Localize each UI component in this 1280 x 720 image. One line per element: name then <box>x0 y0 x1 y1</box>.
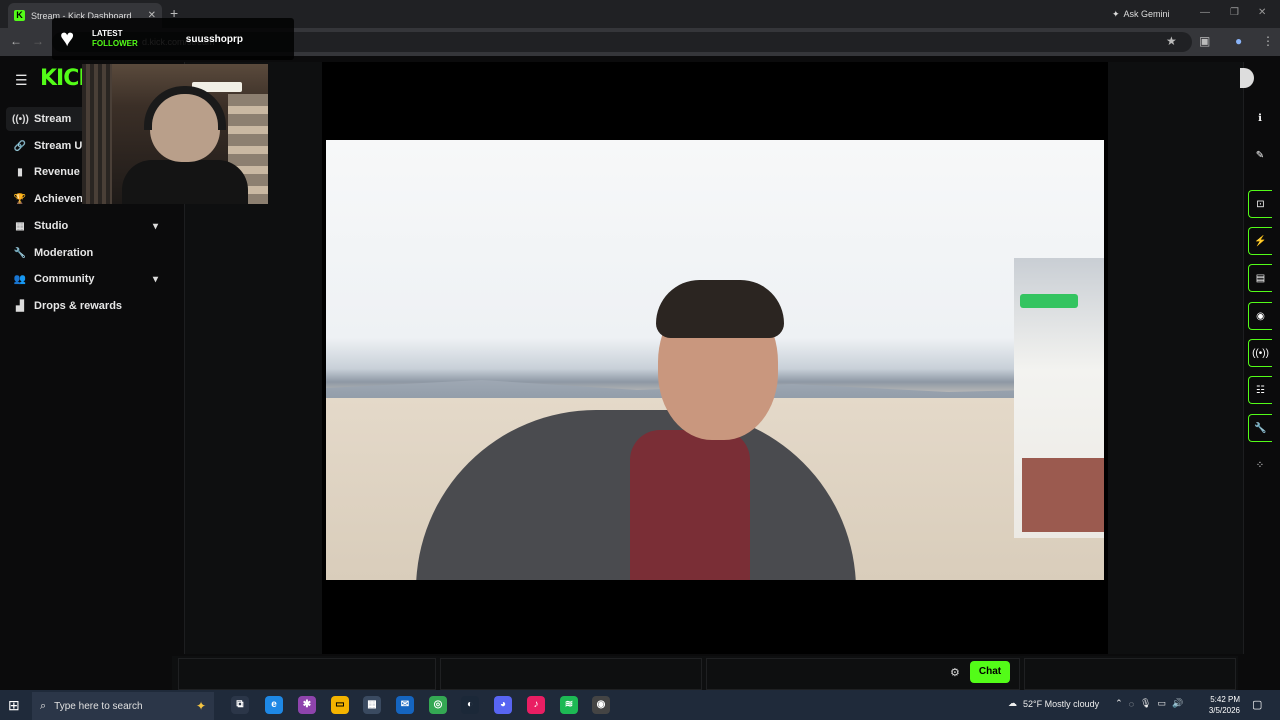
network-icon[interactable]: ▭ <box>1157 698 1166 709</box>
tiktok-icon[interactable]: ♪ <box>527 696 545 714</box>
chevron-up-icon[interactable]: ⌃ <box>1115 698 1123 709</box>
wrench-icon: 🔧 <box>13 247 27 259</box>
chat-bubble-icon[interactable]: ◉ <box>1248 302 1272 330</box>
chrome-icon[interactable]: ◎ <box>429 696 447 714</box>
trophy-icon: 🏆 <box>13 193 27 205</box>
cast-icon[interactable]: ▣ <box>1199 34 1210 48</box>
minimize-icon[interactable]: — <box>1200 7 1210 18</box>
dock-segment <box>440 658 702 690</box>
dock-segment <box>1024 658 1236 690</box>
gift-icon: ▟ <box>16 300 24 312</box>
store-icon[interactable]: ▦ <box>363 696 381 714</box>
volume-icon[interactable]: 🔊 <box>1172 698 1183 709</box>
mail-icon[interactable]: ✉ <box>396 696 414 714</box>
edit-icon[interactable]: ✎ <box>1248 141 1272 169</box>
people-icon: 👥 <box>13 273 27 285</box>
broadcast-icon[interactable]: ((•)) <box>1248 339 1272 367</box>
sidebar-item-moderation[interactable]: 🔧 Moderation <box>6 241 166 265</box>
chart-icon: ▮ <box>17 166 23 178</box>
microphone-icon[interactable]: 🎙 <box>1140 698 1151 709</box>
kick-favicon: K <box>14 10 25 21</box>
bookmark-star-icon[interactable]: ★ <box>1166 34 1177 48</box>
sidebar-item-label: Stream U <box>34 140 83 152</box>
spotify-icon[interactable]: ≋ <box>560 696 578 714</box>
file-explorer-icon[interactable]: ▭ <box>331 696 349 714</box>
edge-icon[interactable]: e <box>265 696 283 714</box>
lightning-icon[interactable]: ⚡ <box>1248 227 1272 255</box>
clock-time: 5:42 PM <box>1210 695 1240 704</box>
info-icon[interactable]: ℹ <box>1248 104 1272 132</box>
ask-gemini-label: Ask Gemini <box>1123 9 1170 19</box>
webcam-overlay <box>82 64 268 204</box>
notifications-icon[interactable]: ▢ <box>1252 698 1262 711</box>
clock-date: 3/5/2026 <box>1208 706 1240 715</box>
weather-icon: ☁ <box>1008 698 1017 708</box>
add-widget-icon[interactable]: ⁘ <box>1248 451 1272 479</box>
sidebar-item-label: Drops & rewards <box>34 300 123 312</box>
search-placeholder: Type here to search <box>54 700 143 712</box>
dock-segment <box>178 658 436 690</box>
chevron-down-icon: ▾ <box>152 220 158 232</box>
collapse-handle[interactable] <box>1240 68 1254 88</box>
document-icon[interactable]: ▤ <box>1248 264 1272 292</box>
studio-icon: ▦ <box>15 220 25 232</box>
settings-gear-icon[interactable]: ⚙ <box>950 666 960 679</box>
sidebar-item-label: Stream <box>34 113 72 125</box>
weather-text[interactable]: 52°F Mostly cloudy <box>1023 699 1099 709</box>
sidebar-item-label: Moderation <box>34 247 94 259</box>
sidebar-item-label: Community <box>34 273 95 285</box>
hamburger-menu-icon[interactable]: ☰ <box>15 72 28 89</box>
stream-video-frame <box>326 140 1104 580</box>
sidebar-item-label: Studio <box>34 220 69 232</box>
discord-icon[interactable]: ◕ <box>494 696 512 714</box>
taskbar-search[interactable]: ⌕ Type here to search ✦ <box>32 692 214 720</box>
copilot-icon[interactable]: ✱ <box>298 696 316 714</box>
latest-label: LATEST <box>92 29 123 38</box>
heart-icon: ♥ <box>60 25 75 52</box>
sidebar-item-label: Achieven <box>34 193 83 205</box>
restore-icon[interactable]: ❐ <box>1230 7 1239 18</box>
system-tray: ☁ 52°F Mostly cloudy ⌃ ◌ 🎙 ▭ 🔊 <box>1008 698 1183 709</box>
search-icon: ⌕ <box>40 699 47 712</box>
copilot-sparkle-icon: ✦ <box>195 699 206 713</box>
forward-icon[interactable]: → <box>32 34 44 48</box>
sparkle-icon: ✦ <box>1112 8 1120 19</box>
latest-follower-overlay: ♥ LATEST FOLLOWER suusshoprp <box>52 18 294 60</box>
browser-menu-icon[interactable]: ⋮ <box>1262 34 1274 48</box>
steam-icon[interactable]: ◐ <box>461 696 479 714</box>
back-icon[interactable]: ← <box>10 34 22 48</box>
broadcast-icon: ((•)) <box>12 113 29 125</box>
chat-button[interactable]: Chat <box>970 661 1010 683</box>
sidebar-item-label: Revenue <box>34 166 80 178</box>
ask-gemini-button[interactable]: ✦ Ask Gemini <box>1106 5 1176 23</box>
close-window-icon[interactable]: ✕ <box>1258 7 1266 18</box>
profile-icon[interactable]: ● <box>1235 34 1242 48</box>
chevron-down-icon: ▾ <box>152 273 158 285</box>
sidebar-item-drops-rewards[interactable]: ▟ Drops & rewards <box>6 294 166 318</box>
wrench-icon[interactable]: 🔧 <box>1248 414 1272 442</box>
follower-label: FOLLOWER <box>92 39 138 48</box>
screenshot-icon[interactable]: ⊡ <box>1248 190 1272 218</box>
sidebar-item-community[interactable]: 👥 Community ▾ <box>6 267 166 291</box>
latest-follower-name: suusshoprp <box>185 33 244 45</box>
taskbar-clock[interactable]: 5:42 PM 3/5/2026 <box>1200 694 1240 716</box>
sidebar-item-studio[interactable]: ▦ Studio ▾ <box>6 214 166 238</box>
webcam-tray-icon[interactable]: ◌ <box>1129 699 1134 709</box>
task-view-icon[interactable]: ⧉ <box>231 696 249 714</box>
link-icon: 🔗 <box>13 140 27 152</box>
layout-icon[interactable]: ☷ <box>1248 376 1272 404</box>
obs-icon[interactable]: ◉ <box>592 696 610 714</box>
latest-follower-label: LATEST FOLLOWER <box>92 29 138 49</box>
windows-start-icon[interactable]: ⊞ <box>8 697 20 714</box>
